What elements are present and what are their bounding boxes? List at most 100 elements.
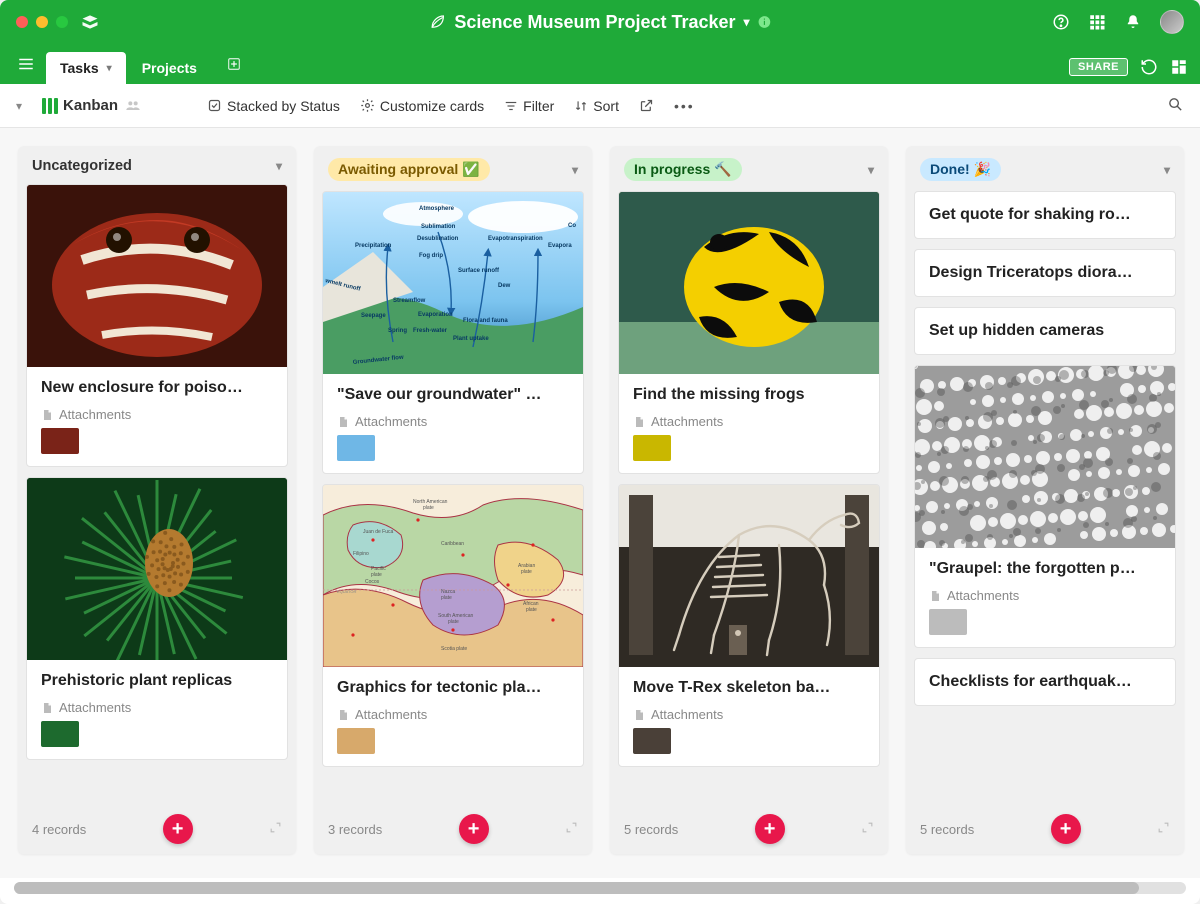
kanban-card[interactable]: Design Triceratops diora… [914,249,1176,297]
expand-column-icon[interactable] [565,821,578,837]
tab-projects[interactable]: Projects [128,52,211,84]
column-header[interactable]: In progress 🔨▾ [610,146,888,191]
kanban-card[interactable]: Move T-Rex skeleton ba… Attachments [618,484,880,767]
user-avatar[interactable] [1160,10,1184,34]
kanban-card[interactable]: New enclosure for poiso…Attachments [26,184,288,467]
column-menu-icon[interactable]: ▾ [276,159,282,173]
column-body[interactable]: New enclosure for poiso…Attachments Preh… [18,184,296,806]
card-attachments-row[interactable]: Attachments [633,414,865,429]
card-title: Move T-Rex skeleton ba… [633,679,865,697]
blocks-icon[interactable] [1170,58,1188,76]
app-logo-icon [80,12,100,32]
add-card-button[interactable]: + [459,814,489,844]
customize-cards-button[interactable]: Customize cards [360,98,484,114]
fullscreen-window-button[interactable] [56,16,68,28]
column-menu-icon[interactable]: ▾ [1164,163,1170,177]
record-count: 4 records [32,822,86,837]
card-cover-image [27,185,287,367]
kanban-card[interactable]: Find the missing frogsAttachments [618,191,880,474]
workspace-title: Science Museum Project Tracker [454,12,735,33]
column-body[interactable]: Find the missing frogsAttachments Move T… [610,191,888,806]
column-header[interactable]: Done! 🎉▾ [906,146,1184,191]
column-menu-icon[interactable]: ▾ [868,163,874,177]
attachment-thumbnail[interactable] [337,435,375,461]
workspace-title-group[interactable]: Science Museum Project Tracker ▾ [428,12,771,33]
document-icon [337,708,349,722]
share-view-button[interactable] [639,98,654,113]
kanban-card[interactable]: Get quote for shaking ro… [914,191,1176,239]
svg-text:Plant uptake: Plant uptake [453,336,489,342]
tab-tasks[interactable]: Tasks ▾ [46,52,126,84]
kanban-card[interactable]: Set up hidden cameras [914,307,1176,355]
expand-column-icon[interactable] [861,821,874,837]
stacked-by-button[interactable]: Stacked by Status [207,98,340,114]
attachment-thumbnail[interactable] [633,435,671,461]
kanban-board[interactable]: Uncategorized▾ New enclosure for poiso…A… [0,128,1200,878]
attachment-thumbnail[interactable] [41,428,79,454]
attachment-thumbnail[interactable] [41,721,79,747]
info-icon[interactable] [758,15,772,29]
expand-column-icon[interactable] [269,821,282,837]
add-tab-button[interactable] [217,57,251,76]
scrollbar-thumb[interactable] [14,882,1139,894]
history-icon[interactable] [1140,58,1158,76]
svg-text:plate: plate [423,505,434,511]
views-dropdown-icon[interactable]: ▾ [16,99,22,113]
svg-text:Fresh-water: Fresh-water [413,328,448,334]
help-icon[interactable] [1052,13,1070,31]
kanban-card[interactable]: Checklists for earthquak… [914,658,1176,706]
card-cover-image: Pacificplate South Americanplate African… [323,485,583,667]
card-attachments-row[interactable]: Attachments [929,588,1161,603]
column-body[interactable]: Get quote for shaking ro… Design Tricerat… [906,191,1184,806]
add-card-button[interactable]: + [755,814,785,844]
card-title: Graphics for tectonic pla… [337,679,569,697]
sidebar-toggle-button[interactable] [12,50,40,78]
svg-text:Sublimation: Sublimation [421,224,456,230]
apps-grid-icon[interactable] [1088,13,1106,31]
card-attachments-row[interactable]: Attachments [41,407,273,422]
expand-column-icon[interactable] [1157,821,1170,837]
svg-text:plate: plate [526,607,537,613]
attachment-thumbnail[interactable] [337,728,375,754]
board-name-group[interactable]: Kanban [42,97,143,114]
svg-text:Evapotranspiration: Evapotranspiration [488,236,543,242]
svg-text:plate: plate [521,569,532,575]
attachment-thumbnail[interactable] [929,609,967,635]
column-footer: 3 records + [314,806,592,854]
kanban-card[interactable]: Atmosphere Sublimation Desublimation Eva… [322,191,584,474]
kanban-card[interactable]: Pacificplate South Americanplate African… [322,484,584,767]
bell-icon[interactable] [1124,13,1142,31]
kanban-card[interactable]: Prehistoric plant replicasAttachments [26,477,288,760]
card-attachments-row[interactable]: Attachments [41,700,273,715]
chevron-down-icon[interactable]: ▾ [107,63,112,74]
column-header[interactable]: Uncategorized▾ [18,146,296,184]
filter-button[interactable]: Filter [504,98,554,114]
close-window-button[interactable] [16,16,28,28]
people-icon[interactable] [123,98,143,114]
column-body[interactable]: Atmosphere Sublimation Desublimation Eva… [314,191,592,806]
tab-bar: Tasks ▾ Projects SHARE [0,44,1200,84]
horizontal-scrollbar[interactable] [14,882,1186,894]
card-attachments-row[interactable]: Attachments [633,707,865,722]
kanban-card[interactable]: "Graupel: the forgotten p…Attachments [914,365,1176,648]
more-menu-button[interactable]: ••• [674,98,695,114]
card-attachments-row[interactable]: Attachments [337,707,569,722]
add-card-button[interactable]: + [1051,814,1081,844]
sort-label: Sort [593,98,619,114]
minimize-window-button[interactable] [36,16,48,28]
svg-text:Atmosphere: Atmosphere [419,206,455,212]
column-header[interactable]: Awaiting approval ✅▾ [314,146,592,191]
sort-button[interactable]: Sort [574,98,619,114]
attachments-label: Attachments [651,414,723,429]
column-menu-icon[interactable]: ▾ [572,163,578,177]
card-attachments-row[interactable]: Attachments [337,414,569,429]
search-button[interactable] [1167,96,1184,116]
view-toolbar: ▾ Kanban Stacked by Status Customize car… [0,84,1200,128]
attachment-thumbnail[interactable] [633,728,671,754]
attachments-label: Attachments [947,588,1019,603]
share-button[interactable]: SHARE [1069,58,1128,76]
add-card-button[interactable]: + [163,814,193,844]
svg-text:Juan de Fuca: Juan de Fuca [363,529,394,535]
external-link-icon [639,98,654,113]
record-count: 3 records [328,822,382,837]
